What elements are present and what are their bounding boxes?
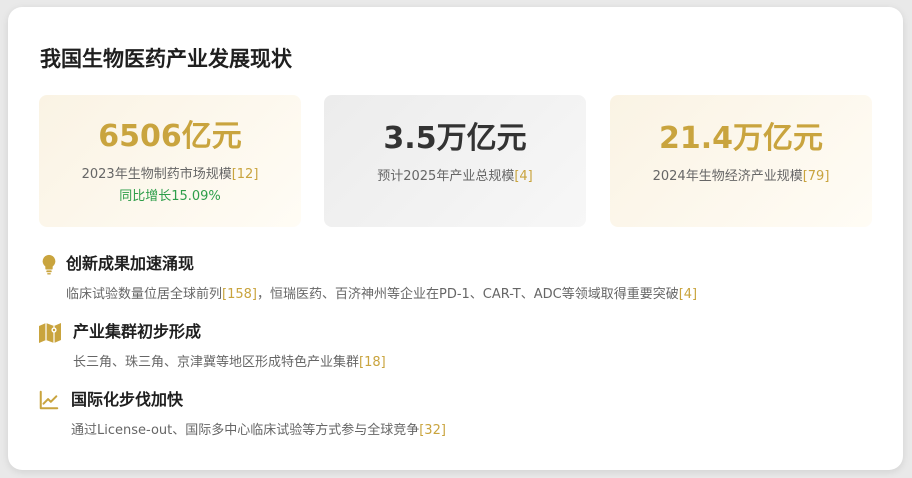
stat-card-biopharma-market: 6506亿元 2023年生物制药市场规模[12] 同比增长15.09%	[39, 95, 301, 227]
item-text: 通过License-out、国际多中心临床试验等方式参与全球竞争[32]	[71, 419, 446, 438]
item-text: 长三角、珠三角、京津冀等地区形成特色产业集群[18]	[73, 351, 386, 370]
item-text-part: 通过License-out、国际多中心临床试验等方式参与全球竞争	[71, 423, 420, 438]
lightbulb-icon	[42, 254, 56, 275]
growth-rate: 同比增长15.09%	[119, 189, 221, 204]
citation-ref[interactable]: [158]	[222, 287, 257, 302]
item-text-part: ，恒瑞医药、百济神州等企业在PD-1、CAR-T、ADC等领域取得重要突破	[256, 287, 679, 302]
citation-ref[interactable]: [12]	[232, 167, 259, 182]
citation-ref[interactable]: [32]	[419, 423, 446, 438]
stat-desc: 预计2025年产业总规模[4]	[324, 165, 586, 184]
citation-ref[interactable]: [4]	[514, 169, 532, 184]
stat-value: 6506亿元	[98, 119, 242, 154]
citation-ref[interactable]: [18]	[359, 355, 386, 370]
stat-desc: 2024年生物经济产业规模[79]	[610, 165, 872, 184]
stat-value: 3.5万亿元	[383, 121, 527, 156]
citation-ref[interactable]: [79]	[803, 169, 830, 184]
stat-desc: 2023年生物制药市场规模[12]	[39, 163, 301, 182]
page-title: 我国生物医药产业发展现状	[40, 46, 292, 71]
stat-desc-text: 2023年生物制药市场规模	[81, 167, 232, 182]
item-heading: 产业集群初步形成	[73, 322, 202, 341]
stat-card-industry-scale: 3.5万亿元 预计2025年产业总规模[4]	[324, 95, 586, 227]
stat-value: 21.4万亿元	[658, 121, 824, 156]
item-text-part: 长三角、珠三角、京津冀等地区形成特色产业集群	[73, 355, 360, 370]
item-text-part: 临床试验数量位居全球前列	[66, 287, 223, 302]
stat-desc-text: 2024年生物经济产业规模	[652, 169, 803, 184]
item-heading: 创新成果加速涌现	[66, 254, 195, 273]
chart-line-icon	[39, 390, 59, 410]
item-text: 临床试验数量位居全球前列[158]，恒瑞医药、百济神州等企业在PD-1、CAR-…	[66, 283, 697, 302]
item-heading: 国际化步伐加快	[71, 390, 184, 409]
stat-card-bioeconomy-scale: 21.4万亿元 2024年生物经济产业规模[79]	[610, 95, 872, 227]
stat-desc-text: 预计2025年产业总规模	[377, 169, 515, 184]
citation-ref[interactable]: [4]	[679, 287, 697, 302]
map-icon	[39, 323, 61, 343]
status-card: 我国生物医药产业发展现状 6506亿元 2023年生物制药市场规模[12] 同比…	[8, 7, 903, 470]
